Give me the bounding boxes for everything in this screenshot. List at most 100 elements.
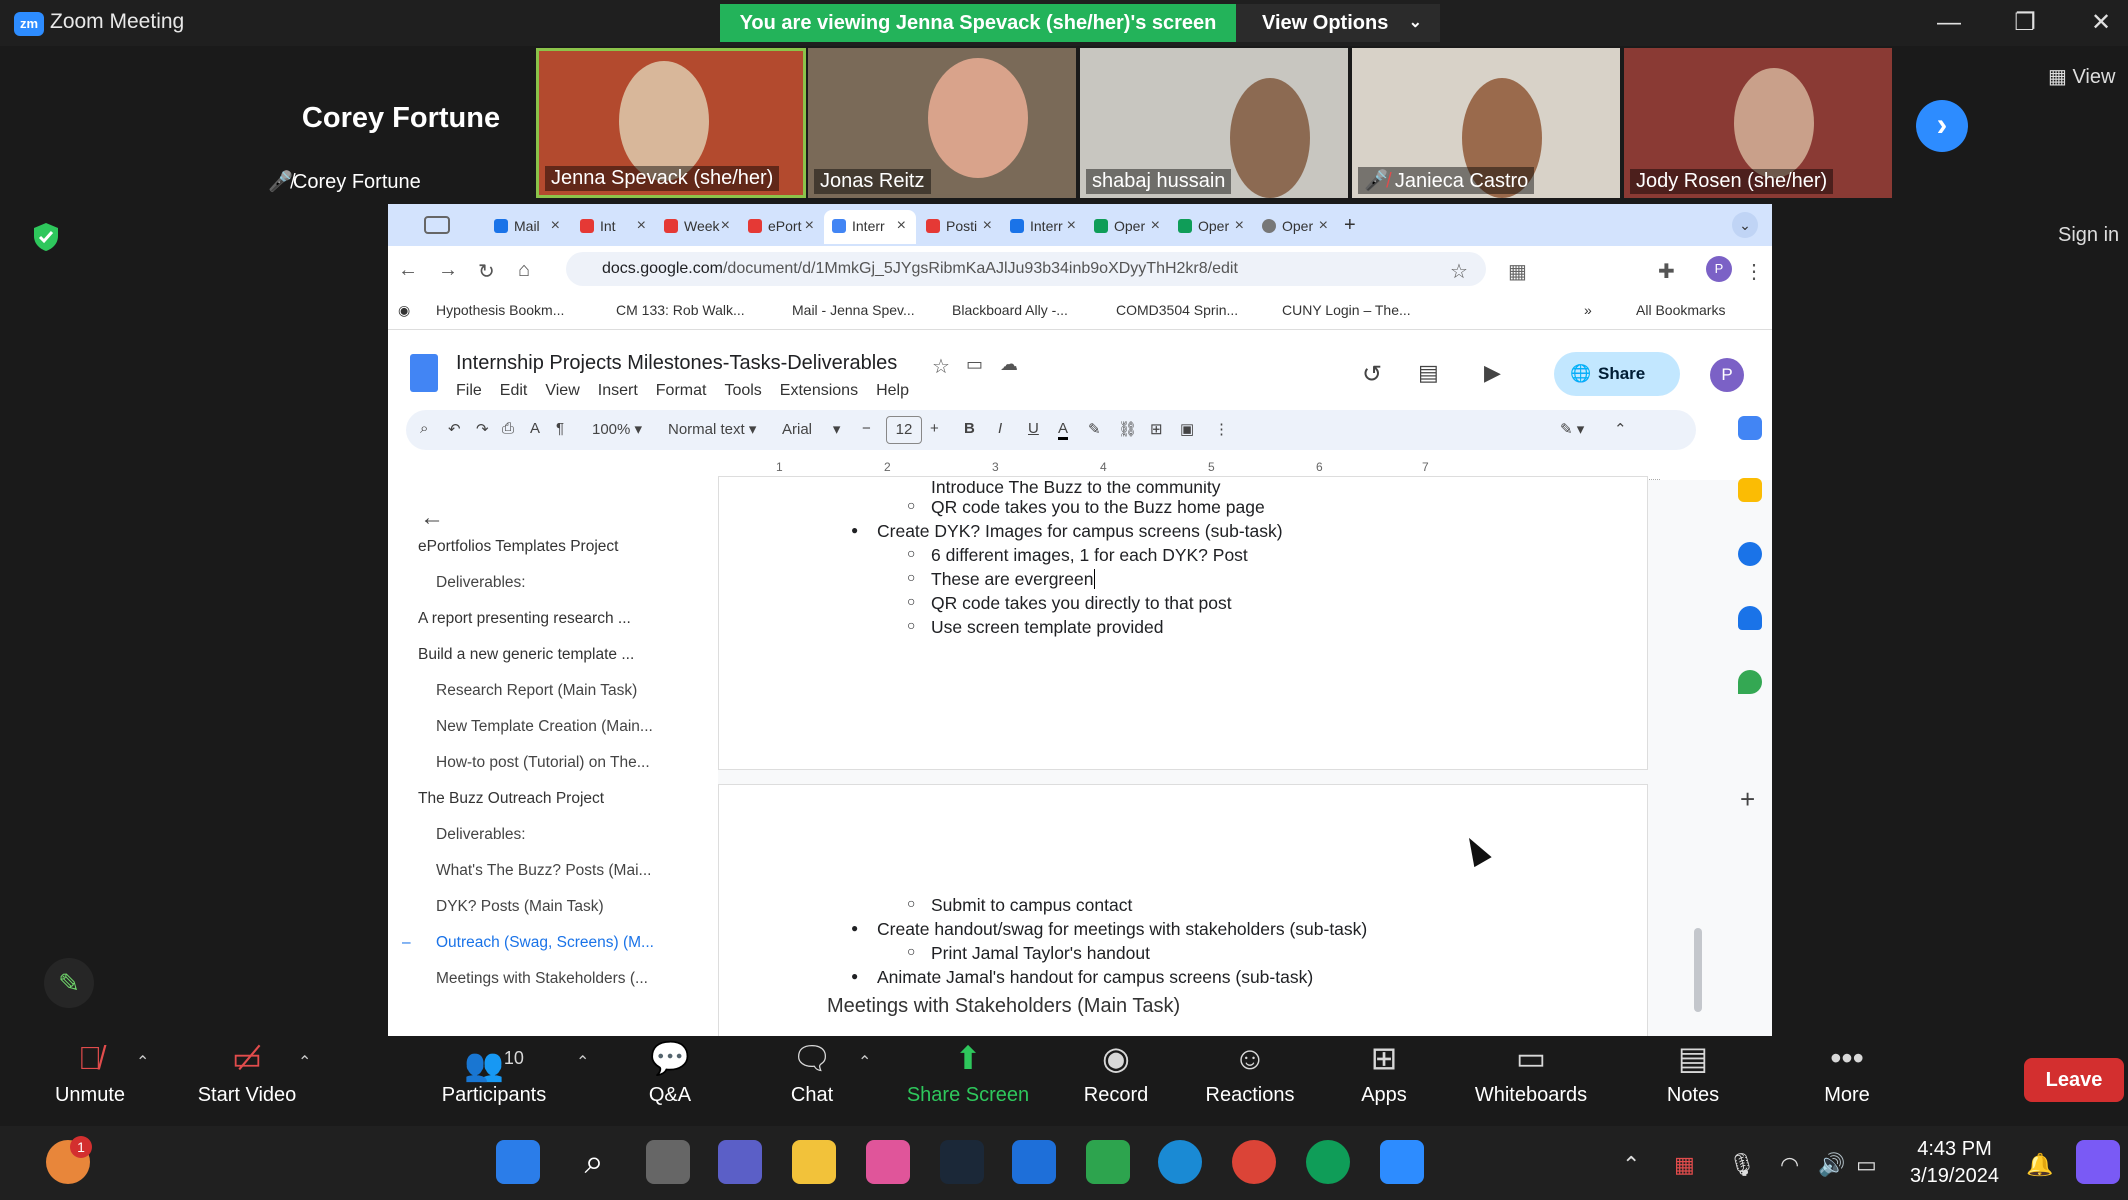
share-screen-button[interactable]: ⬆ Share Screen — [904, 1040, 1032, 1107]
outline-item-active[interactable]: Outreach (Swag, Screens) (M... — [436, 934, 654, 952]
photos-icon[interactable] — [866, 1140, 910, 1184]
browser-tab-active[interactable]: Interr × — [824, 210, 916, 244]
history-icon[interactable]: ↺ — [1362, 360, 1382, 389]
decrease-font-icon[interactable]: − — [862, 420, 871, 437]
close-icon[interactable]: ✕ — [2076, 6, 2126, 40]
kebab-menu-icon[interactable]: ⋮ — [1744, 259, 1764, 284]
battery-icon[interactable]: ▭ — [1856, 1152, 1877, 1178]
menu-edit[interactable]: Edit — [500, 382, 528, 399]
italic-icon[interactable]: I — [998, 420, 1002, 437]
video-tile[interactable]: 🎤̸ Janieca Castro — [1352, 48, 1620, 198]
bookmark-item[interactable]: Hypothesis Bookm... — [436, 302, 564, 318]
menu-view[interactable]: View — [545, 382, 579, 399]
browser-tab[interactable]: Int × — [572, 210, 656, 244]
volume-icon[interactable]: 🔊 — [1818, 1152, 1845, 1178]
document-title[interactable]: Internship Projects Milestones-Tasks-Del… — [456, 352, 897, 375]
outline-item[interactable]: What's The Buzz? Posts (Mai... — [436, 862, 651, 880]
move-folder-icon[interactable]: ▭ — [966, 354, 983, 375]
extension-icon[interactable]: ▦ — [1508, 259, 1527, 284]
active-speaker-tile[interactable]: Corey Fortune 🎤̸Corey Fortune — [268, 48, 534, 198]
text-color-icon[interactable]: A — [1058, 420, 1069, 440]
back-icon[interactable]: ← — [398, 259, 418, 282]
chrome-profile-icon[interactable] — [1306, 1140, 1350, 1184]
view-button[interactable]: ▦ View — [2048, 64, 2115, 89]
docs-share-button[interactable]: 🌐 Share — [1554, 352, 1680, 396]
outline-item[interactable]: How-to post (Tutorial) on The... — [436, 754, 650, 772]
zoom-taskbar-icon[interactable] — [1380, 1140, 1424, 1184]
maps-icon[interactable] — [1738, 670, 1762, 694]
url-input[interactable]: docs.google.com/document/d/1MmkGj_5JYgsR… — [566, 252, 1486, 286]
meet-icon[interactable]: ▶ — [1484, 360, 1501, 386]
spellcheck-icon[interactable]: A — [530, 420, 540, 437]
bookmark-item[interactable]: Blackboard Ally -... — [952, 302, 1068, 318]
forward-icon[interactable]: → — [438, 259, 458, 282]
star-icon[interactable]: ☆ — [1450, 259, 1468, 284]
editing-mode-icon[interactable]: ✎ ▾ — [1560, 420, 1584, 438]
scrollbar[interactable] — [1694, 928, 1702, 1012]
outline-item[interactable]: DYK? Posts (Main Task) — [436, 898, 604, 916]
keep-icon[interactable] — [1738, 478, 1762, 502]
bookmark-item[interactable]: COMD3504 Sprin... — [1116, 302, 1238, 318]
font-size-input[interactable]: 12 — [886, 416, 922, 444]
new-tab-icon[interactable]: + — [1344, 214, 1356, 237]
chat-options-caret[interactable]: ⌃ — [858, 1052, 871, 1072]
browser-tab[interactable]: Mail × — [486, 210, 570, 244]
docs-logo-icon[interactable] — [410, 354, 438, 392]
browser-tab[interactable]: Oper × — [1086, 210, 1170, 244]
file-explorer-icon[interactable] — [792, 1140, 836, 1184]
puzzle-icon[interactable]: ✚ — [1658, 259, 1675, 284]
bold-icon[interactable]: B — [964, 420, 975, 437]
outline-item[interactable]: Deliverables: — [436, 574, 526, 592]
microphone-icon[interactable]: 🎙 — [1728, 1152, 1756, 1178]
outline-item[interactable]: ePortfolios Templates Project — [418, 538, 618, 556]
edge-icon[interactable] — [1158, 1140, 1202, 1184]
outline-item[interactable]: Meetings with Stakeholders (... — [436, 970, 648, 988]
whiteboards-button[interactable]: ▭ Whiteboards — [1470, 1040, 1592, 1107]
browser-tab[interactable]: Oper × — [1170, 210, 1254, 244]
video-tile[interactable]: Jenna Spevack (she/her) — [536, 48, 806, 198]
notifications-icon[interactable]: 🔔 — [2026, 1152, 2053, 1178]
leave-button[interactable]: Leave — [2024, 1058, 2124, 1102]
participants-options-caret[interactable]: ⌃ — [576, 1052, 589, 1072]
underline-icon[interactable]: U — [1028, 420, 1039, 437]
bookmark-item[interactable]: CM 133: Rob Walk... — [616, 302, 745, 318]
font-select[interactable]: Arial ▾ — [782, 420, 840, 438]
audio-options-caret[interactable]: ⌃ — [136, 1052, 149, 1072]
highlight-icon[interactable]: ✎ — [1088, 420, 1101, 438]
menu-tools[interactable]: Tools — [724, 382, 761, 399]
search-icon[interactable]: ⌕ — [572, 1140, 616, 1184]
browser-tab[interactable]: Posti × — [918, 210, 1002, 244]
undo-icon[interactable]: ↶ — [448, 420, 461, 438]
outline-item[interactable]: New Template Creation (Main... — [436, 718, 653, 736]
increase-font-icon[interactable]: + — [930, 420, 939, 437]
bookmark-item[interactable]: CUNY Login – The... — [1282, 302, 1411, 318]
menu-format[interactable]: Format — [656, 382, 707, 399]
chevron-right-icon[interactable]: » — [1584, 302, 1592, 318]
task-view-icon[interactable] — [646, 1140, 690, 1184]
add-addon-icon[interactable]: + — [1740, 784, 1755, 815]
browser-tab[interactable]: Oper × — [1254, 210, 1338, 244]
zoom-select[interactable]: 100% ▾ — [592, 420, 642, 438]
menu-extensions[interactable]: Extensions — [780, 382, 858, 399]
show-hidden-icons[interactable]: ⌃ — [1622, 1152, 1640, 1178]
video-tile[interactable]: shabaj hussain — [1080, 48, 1348, 198]
tasks-icon[interactable] — [1738, 542, 1762, 566]
video-tile[interactable]: Jody Rosen (she/her) — [1624, 48, 1892, 198]
contacts-icon[interactable] — [1738, 606, 1762, 630]
sign-in-link[interactable]: Sign in — [2058, 224, 2119, 247]
record-button[interactable]: ◉ Record — [1080, 1040, 1152, 1107]
calendar-tray-icon[interactable]: ▦ — [1674, 1152, 1695, 1178]
browser-tab[interactable]: Week × — [656, 210, 740, 244]
unmute-button[interactable]: 🎙̸ Unmute — [48, 1040, 132, 1107]
wifi-icon[interactable]: ◠ — [1780, 1152, 1799, 1178]
collapse-icon[interactable]: ⌃ — [1614, 420, 1627, 438]
video-tile[interactable]: Jonas Reitz — [808, 48, 1076, 198]
tab-search-icon[interactable] — [424, 216, 450, 234]
all-bookmarks[interactable]: All Bookmarks — [1636, 302, 1725, 318]
link-icon[interactable]: ⛓ — [1118, 420, 1137, 438]
mail-icon[interactable] — [1012, 1140, 1056, 1184]
home-icon[interactable]: ⌂ — [518, 259, 530, 282]
browser-tab[interactable]: ePort × — [740, 210, 824, 244]
paint-format-icon[interactable]: ¶ — [556, 420, 564, 437]
reactions-button[interactable]: ☺ Reactions — [1202, 1040, 1298, 1107]
